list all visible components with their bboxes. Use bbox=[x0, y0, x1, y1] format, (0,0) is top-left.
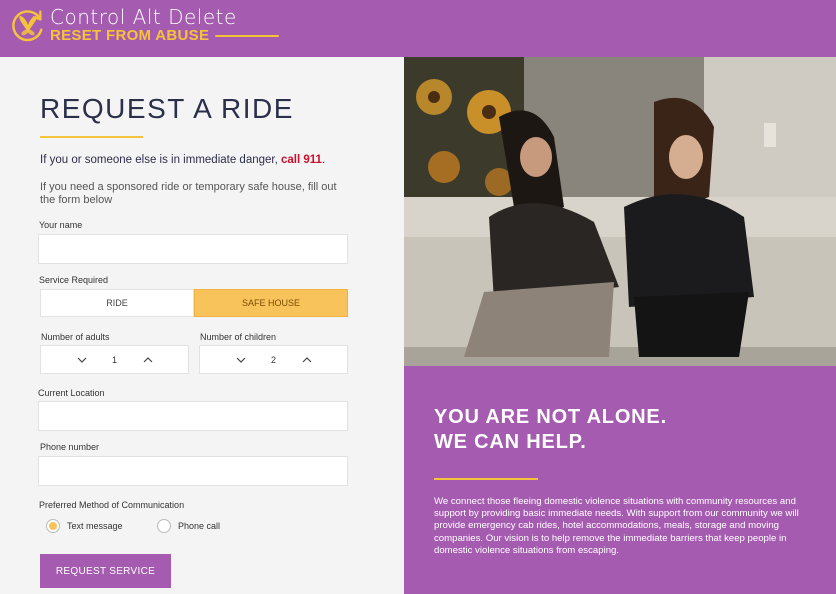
service-selector: RIDE SAFE HOUSE bbox=[40, 289, 348, 317]
panel-description: We connect those fleeing domestic violen… bbox=[434, 496, 799, 556]
chevron-down-icon bbox=[236, 357, 245, 363]
children-decrement-button[interactable] bbox=[226, 357, 256, 363]
radio-button[interactable] bbox=[157, 519, 171, 533]
chevron-up-icon bbox=[302, 356, 311, 362]
panel-heading-line1: YOU ARE NOT ALONE. bbox=[434, 406, 667, 428]
logo-subtitle: RESET FROM ABUSE bbox=[50, 27, 280, 44]
radio-button-selected[interactable] bbox=[46, 519, 60, 533]
children-stepper: 2 bbox=[199, 345, 348, 374]
support-panel: YOU ARE NOT ALONE. WE CAN HELP. We conne… bbox=[404, 366, 836, 594]
service-option-ride[interactable]: RIDE bbox=[40, 289, 194, 317]
adults-label: Number of adults bbox=[41, 332, 110, 342]
site-header: Control Alt Delete RESET FROM ABUSE bbox=[0, 0, 836, 57]
location-label: Current Location bbox=[38, 388, 105, 398]
phone-label: Phone number bbox=[40, 442, 100, 452]
location-input[interactable] bbox=[38, 401, 348, 431]
danger-notice: If you or someone else is in immediate d… bbox=[40, 154, 325, 166]
page-title: REQUEST A RIDE bbox=[40, 93, 294, 124]
panel-divider bbox=[434, 478, 538, 480]
form-intro: If you need a sponsored ride or temporar… bbox=[40, 181, 337, 206]
chevron-up-icon bbox=[143, 356, 152, 362]
children-label: Number of children bbox=[200, 332, 277, 342]
chevron-down-icon bbox=[77, 357, 86, 363]
radio-phone-call[interactable]: Phone call bbox=[157, 519, 220, 533]
radio-label-phone: Phone call bbox=[178, 521, 221, 531]
panel-heading: YOU ARE NOT ALONE. WE CAN HELP. bbox=[434, 405, 667, 455]
service-option-safe-house[interactable]: SAFE HOUSE bbox=[194, 289, 348, 317]
phone-input[interactable] bbox=[38, 456, 348, 486]
call-911-link[interactable]: call 911 bbox=[281, 154, 322, 166]
request-form-section: REQUEST A RIDE If you or someone else is… bbox=[0, 57, 404, 594]
support-photo-image bbox=[404, 57, 836, 366]
service-label: Service Required bbox=[39, 275, 109, 285]
logo-swoosh bbox=[215, 34, 280, 37]
danger-prefix: If you or someone else is in immediate d… bbox=[40, 154, 281, 166]
radio-label-text: Text message bbox=[67, 521, 123, 531]
logo-title: Control Alt Delete bbox=[50, 5, 237, 29]
name-label: Your name bbox=[39, 220, 83, 230]
logo-subtitle-text: RESET FROM ABUSE bbox=[50, 27, 210, 44]
adults-decrement-button[interactable] bbox=[67, 357, 97, 363]
radio-text-message[interactable]: Text message bbox=[46, 519, 123, 533]
adults-value[interactable]: 1 bbox=[97, 355, 133, 365]
children-value[interactable]: 2 bbox=[256, 355, 292, 365]
danger-suffix: . bbox=[321, 154, 326, 166]
logo[interactable]: Control Alt Delete RESET FROM ABUSE bbox=[9, 5, 280, 44]
title-divider bbox=[40, 136, 143, 138]
adults-stepper: 1 bbox=[40, 345, 189, 374]
children-increment-button[interactable] bbox=[292, 356, 322, 363]
name-input[interactable] bbox=[38, 234, 348, 264]
panel-heading-line2: WE CAN HELP. bbox=[434, 431, 587, 453]
hero-photo bbox=[404, 57, 836, 366]
adults-increment-button[interactable] bbox=[133, 356, 163, 363]
communication-label: Preferred Method of Communication bbox=[39, 500, 185, 510]
butterfly-reset-icon bbox=[12, 10, 43, 42]
request-service-button[interactable]: REQUEST SERVICE bbox=[40, 554, 171, 588]
